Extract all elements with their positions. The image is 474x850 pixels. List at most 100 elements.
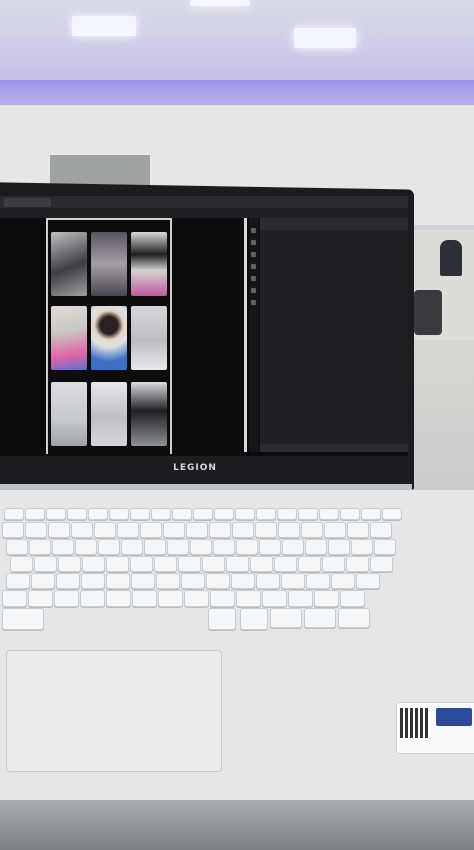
- keyboard-key[interactable]: [319, 508, 339, 520]
- gallery-thumbnail[interactable]: [91, 382, 127, 446]
- keyboard-key[interactable]: [28, 590, 53, 607]
- keyboard-key[interactable]: [172, 508, 192, 520]
- keyboard-key[interactable]: [338, 608, 370, 628]
- keyboard-key[interactable]: [232, 522, 254, 538]
- keyboard-key[interactable]: [140, 522, 162, 538]
- keyboard-key[interactable]: [184, 590, 209, 607]
- keyboard-key[interactable]: [206, 573, 230, 589]
- keyboard-key[interactable]: [88, 508, 108, 520]
- keyboard-key[interactable]: [262, 590, 287, 607]
- keyboard-key[interactable]: [255, 522, 277, 538]
- keyboard-key[interactable]: [340, 590, 365, 607]
- keyboard-key[interactable]: [202, 556, 225, 572]
- gallery-thumbnail[interactable]: [51, 306, 87, 370]
- keyboard-key[interactable]: [236, 590, 261, 607]
- keyboard-key[interactable]: [324, 522, 346, 538]
- keyboard-key[interactable]: [67, 508, 87, 520]
- keyboard-key[interactable]: [361, 508, 381, 520]
- keyboard-key[interactable]: [121, 539, 143, 555]
- keyboard-key[interactable]: [382, 508, 402, 520]
- browser-tab[interactable]: [4, 198, 51, 207]
- keyboard-key[interactable]: [278, 522, 300, 538]
- gallery-thumbnail[interactable]: [91, 232, 127, 296]
- keyboard-key[interactable]: [56, 573, 80, 589]
- keyboard-key[interactable]: [256, 508, 276, 520]
- keyboard-key[interactable]: [281, 573, 305, 589]
- keyboard-key[interactable]: [301, 522, 323, 538]
- keyboard-key[interactable]: [156, 573, 180, 589]
- keyboard-key[interactable]: [231, 573, 255, 589]
- tool-icon[interactable]: [251, 300, 256, 305]
- keyboard-key[interactable]: [274, 556, 297, 572]
- keyboard-key[interactable]: [256, 573, 280, 589]
- gallery-thumbnail[interactable]: [131, 306, 167, 370]
- keyboard-key[interactable]: [270, 608, 302, 628]
- keyboard-key[interactable]: [322, 556, 345, 572]
- keyboard-key[interactable]: [346, 556, 369, 572]
- tool-icon[interactable]: [251, 240, 256, 245]
- keyboard-key[interactable]: [163, 522, 185, 538]
- keyboard-key[interactable]: [347, 522, 369, 538]
- keyboard-key[interactable]: [2, 608, 44, 630]
- keyboard-key[interactable]: [306, 573, 330, 589]
- tool-icon[interactable]: [251, 276, 256, 281]
- keyboard-key[interactable]: [328, 539, 350, 555]
- keyboard-key[interactable]: [94, 522, 116, 538]
- keyboard-key[interactable]: [288, 590, 313, 607]
- keyboard-key[interactable]: [226, 556, 249, 572]
- keyboard-key[interactable]: [209, 522, 231, 538]
- keyboard-key[interactable]: [25, 522, 47, 538]
- keyboard-key[interactable]: [6, 539, 28, 555]
- keyboard-key[interactable]: [370, 556, 393, 572]
- gallery-thumbnail[interactable]: [131, 382, 167, 446]
- keyboard-key[interactable]: [82, 556, 105, 572]
- keyboard-key[interactable]: [6, 573, 30, 589]
- keyboard-key[interactable]: [34, 556, 57, 572]
- keyboard-key[interactable]: [144, 539, 166, 555]
- tool-icon[interactable]: [251, 288, 256, 293]
- keyboard-key[interactable]: [130, 556, 153, 572]
- keyboard-key[interactable]: [46, 508, 66, 520]
- keyboard-key[interactable]: [178, 556, 201, 572]
- keyboard-key[interactable]: [106, 573, 130, 589]
- keyboard-key[interactable]: [58, 556, 81, 572]
- keyboard-key[interactable]: [213, 539, 235, 555]
- keyboard-key[interactable]: [351, 539, 373, 555]
- keyboard-key[interactable]: [131, 573, 155, 589]
- keyboard-key[interactable]: [130, 508, 150, 520]
- tool-icon[interactable]: [251, 228, 256, 233]
- keyboard-key[interactable]: [81, 573, 105, 589]
- keyboard-key[interactable]: [4, 508, 24, 520]
- keyboard-key[interactable]: [10, 556, 33, 572]
- keyboard-key[interactable]: [132, 590, 157, 607]
- keyboard-key[interactable]: [48, 522, 70, 538]
- tool-icon[interactable]: [251, 252, 256, 257]
- browser-address-bar[interactable]: [0, 208, 408, 218]
- keyboard-key[interactable]: [31, 573, 55, 589]
- panel-divider[interactable]: [244, 218, 247, 452]
- keyboard-key[interactable]: [29, 539, 51, 555]
- keyboard-key[interactable]: [259, 539, 281, 555]
- keyboard-key[interactable]: [298, 556, 321, 572]
- keyboard-key[interactable]: [71, 522, 93, 538]
- keyboard-key[interactable]: [190, 539, 212, 555]
- keyboard-key[interactable]: [80, 590, 105, 607]
- keyboard-key[interactable]: [314, 590, 339, 607]
- keyboard-key[interactable]: [2, 522, 24, 538]
- keyboard-key[interactable]: [370, 522, 392, 538]
- keyboard-key[interactable]: [236, 539, 258, 555]
- keyboard-key[interactable]: [167, 539, 189, 555]
- keyboard-key[interactable]: [210, 590, 235, 607]
- gallery-thumbnail[interactable]: [91, 306, 127, 370]
- keyboard-key[interactable]: [374, 539, 396, 555]
- keyboard-key[interactable]: [305, 539, 327, 555]
- keyboard-key[interactable]: [75, 539, 97, 555]
- keyboard-key[interactable]: [298, 508, 318, 520]
- keyboard-key[interactable]: [154, 556, 177, 572]
- keyboard-key[interactable]: [181, 573, 205, 589]
- keyboard-key[interactable]: [151, 508, 171, 520]
- keyboard-key[interactable]: [2, 590, 27, 607]
- keyboard-key[interactable]: [356, 573, 380, 589]
- keyboard-key[interactable]: [208, 608, 236, 630]
- keyboard-key[interactable]: [193, 508, 213, 520]
